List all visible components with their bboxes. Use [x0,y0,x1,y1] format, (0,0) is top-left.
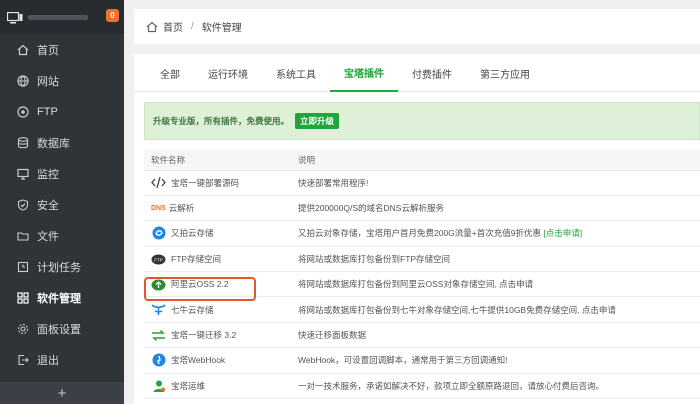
plugin-name: 宝塔WebHook [171,355,226,366]
qiniu-icon [151,302,166,317]
add-button[interactable]: + [0,382,124,404]
sidebar-item-website[interactable]: 网站 [0,65,124,96]
ftp-cloud-icon: FTP [151,251,166,266]
upgrade-notice-text: 升级专业版，所有插件，免费使用。 [153,116,290,126]
plugin-desc: 将网站或数据库打包备份到FTP存储空间 [291,246,700,273]
shield-icon [17,199,29,211]
folder-icon [17,230,29,242]
sidebar-item-cron[interactable]: 计划任务 [0,252,124,283]
table-row[interactable]: 宝塔一键迁移 3.2 快速迁移面板数据 [144,322,700,349]
sidebar-item-security[interactable]: 安全 [0,189,124,220]
plugin-desc: 快速部署常用程序! [291,170,700,196]
table-row[interactable]: 宝塔WebHook WebHook，可设置回调脚本，通常用于第三方回调通知! [144,347,700,374]
plugin-table: 软件名称 说明 宝塔一键部署源码 快速部署常用程序! DNS 云解析 提供2000… [144,150,700,400]
sidebar-item-label: 网站 [37,75,59,88]
table-row[interactable]: 又拍云存储 又拍云对象存储，宝塔用户首月免费200G流量+首次充值9折优惠 [点… [144,220,700,247]
breadcrumb: 首页 / 软件管理 [134,9,700,44]
plugin-desc: 又拍云对象存储，宝塔用户首月免费200G流量+首次充值9折优惠 [298,228,544,239]
upgrade-notice: 升级专业版，所有插件，免费使用。 立即升级 [144,102,700,140]
sidebar-item-label: 首页 [37,44,59,57]
table-row[interactable]: DNS 云解析 提供200000Q/S的域名DNS云解析服务 [144,195,700,222]
monitor-icon [17,168,29,180]
plugin-name: 宝塔运维 [171,380,206,391]
sidebar-item-label: 文件 [37,231,59,244]
tab-all[interactable]: 全部 [146,54,194,92]
notification-badge[interactable]: 0 [106,9,119,22]
plugin-name: 云解析 [168,203,195,214]
plugin-name: 七牛云存储 [171,304,214,315]
ftp-icon [17,106,29,118]
table-row[interactable]: FTP FTP存储空间 将网站或数据库打包备份到FTP存储空间 [144,246,700,273]
gear-icon [17,323,29,335]
monitor-icon [6,11,23,23]
svg-text:FTP: FTP [154,258,163,263]
webhook-icon [151,353,166,368]
globe-icon [17,75,29,87]
breadcrumb-home[interactable]: 首页 [163,19,183,34]
server-name-blurred [28,14,88,20]
sidebar-item-ftp[interactable]: FTP [0,96,124,127]
plugin-desc: 提供200000Q/S的域名DNS云解析服务 [291,195,700,222]
category-tabs: 全部 运行环境 系统工具 宝塔插件 付费插件 第三方应用 [134,54,700,92]
sidebar-item-label: 监控 [37,168,59,181]
sidebar-item-label: FTP [37,105,58,118]
sidebar-item-software[interactable]: 软件管理 [0,283,124,314]
plugin-name: 宝塔一键部署源码 [171,177,240,188]
sidebar-item-label: 计划任务 [37,262,81,275]
database-icon [17,136,29,149]
sidebar-item-label: 软件管理 [37,293,81,306]
clock-icon [17,261,29,273]
sidebar-item-monitor[interactable]: 监控 [0,158,124,189]
sidebar-item-label: 数据库 [37,137,70,150]
tab-paid-plugins[interactable]: 付费插件 [398,54,466,92]
plugin-name: FTP存储空间 [171,253,222,264]
plugin-desc: 一对一技术服务，承诺如解决不好，款项立即全额原路退回，请放心付费后咨询。 [291,373,700,400]
sidebar-item-home[interactable]: 首页 [0,34,124,65]
plugin-desc: 将网站或数据库打包备份到阿里云OSS对象存储空间, 点击申请 [291,271,700,298]
table-row[interactable]: 宝塔一键部署源码 快速部署常用程序! [144,170,700,196]
upgrade-button[interactable]: 立即升级 [295,113,340,129]
breadcrumb-current: 软件管理 [201,23,242,34]
table-header: 软件名称 说明 [144,150,700,171]
plugin-name: 宝塔一键迁移 3.2 [171,330,237,341]
sidebar-brand: 0 [0,0,124,34]
sidebar-item-label: 面板设置 [37,324,81,337]
column-header-desc: 说明 [291,150,700,171]
migrate-icon [151,328,166,343]
sidebar-item-label: 退出 [37,355,59,368]
sidebar-item-database[interactable]: 数据库 [0,127,124,158]
logout-icon [17,354,29,366]
apps-icon [17,292,29,304]
tab-runtime[interactable]: 运行环境 [194,54,262,92]
sidebar: 0 首页 网站 FTP 数据库 监控 安全 文件 计划任务 软件管理 面板设置 … [0,0,124,404]
breadcrumb-separator: / [191,21,194,32]
column-header-name: 软件名称 [144,150,291,171]
plugin-desc: WebHook，可设置回调脚本，通常用于第三方回调通知! [291,347,700,374]
sidebar-item-files[interactable]: 文件 [0,221,124,252]
tab-system-tools[interactable]: 系统工具 [262,54,330,92]
home-icon[interactable] [146,21,158,33]
tab-bt-plugins[interactable]: 宝塔插件 [330,54,398,92]
dns-icon: DNS [151,204,166,212]
sidebar-nav: 首页 网站 FTP 数据库 监控 安全 文件 计划任务 软件管理 面板设置 退出 [0,34,124,376]
tab-third-party[interactable]: 第三方应用 [466,54,544,92]
home-icon [17,44,29,56]
code-icon [151,175,166,190]
plugin-name: 又拍云存储 [171,228,214,239]
ops-support-icon [151,378,166,393]
upyun-icon [151,226,166,241]
plugin-desc: 将网站或数据库打包备份到七牛对象存储空间,七牛提供10GB免费存储空间, 点击申… [291,296,700,323]
sidebar-item-settings[interactable]: 面板设置 [0,314,124,345]
plugin-desc: 快速迁移面板数据 [291,322,700,349]
highlight-box [144,277,256,301]
sidebar-item-label: 安全 [37,200,59,213]
table-row[interactable]: 宝塔运维 一对一技术服务，承诺如解决不好，款项立即全额原路退回，请放心付费后咨询… [144,373,700,400]
sidebar-item-logout[interactable]: 退出 [0,345,124,376]
apply-link[interactable]: [点击申请] [543,228,582,238]
software-panel: 全部 运行环境 系统工具 宝塔插件 付费插件 第三方应用 升级专业版，所有插件，… [134,54,700,404]
